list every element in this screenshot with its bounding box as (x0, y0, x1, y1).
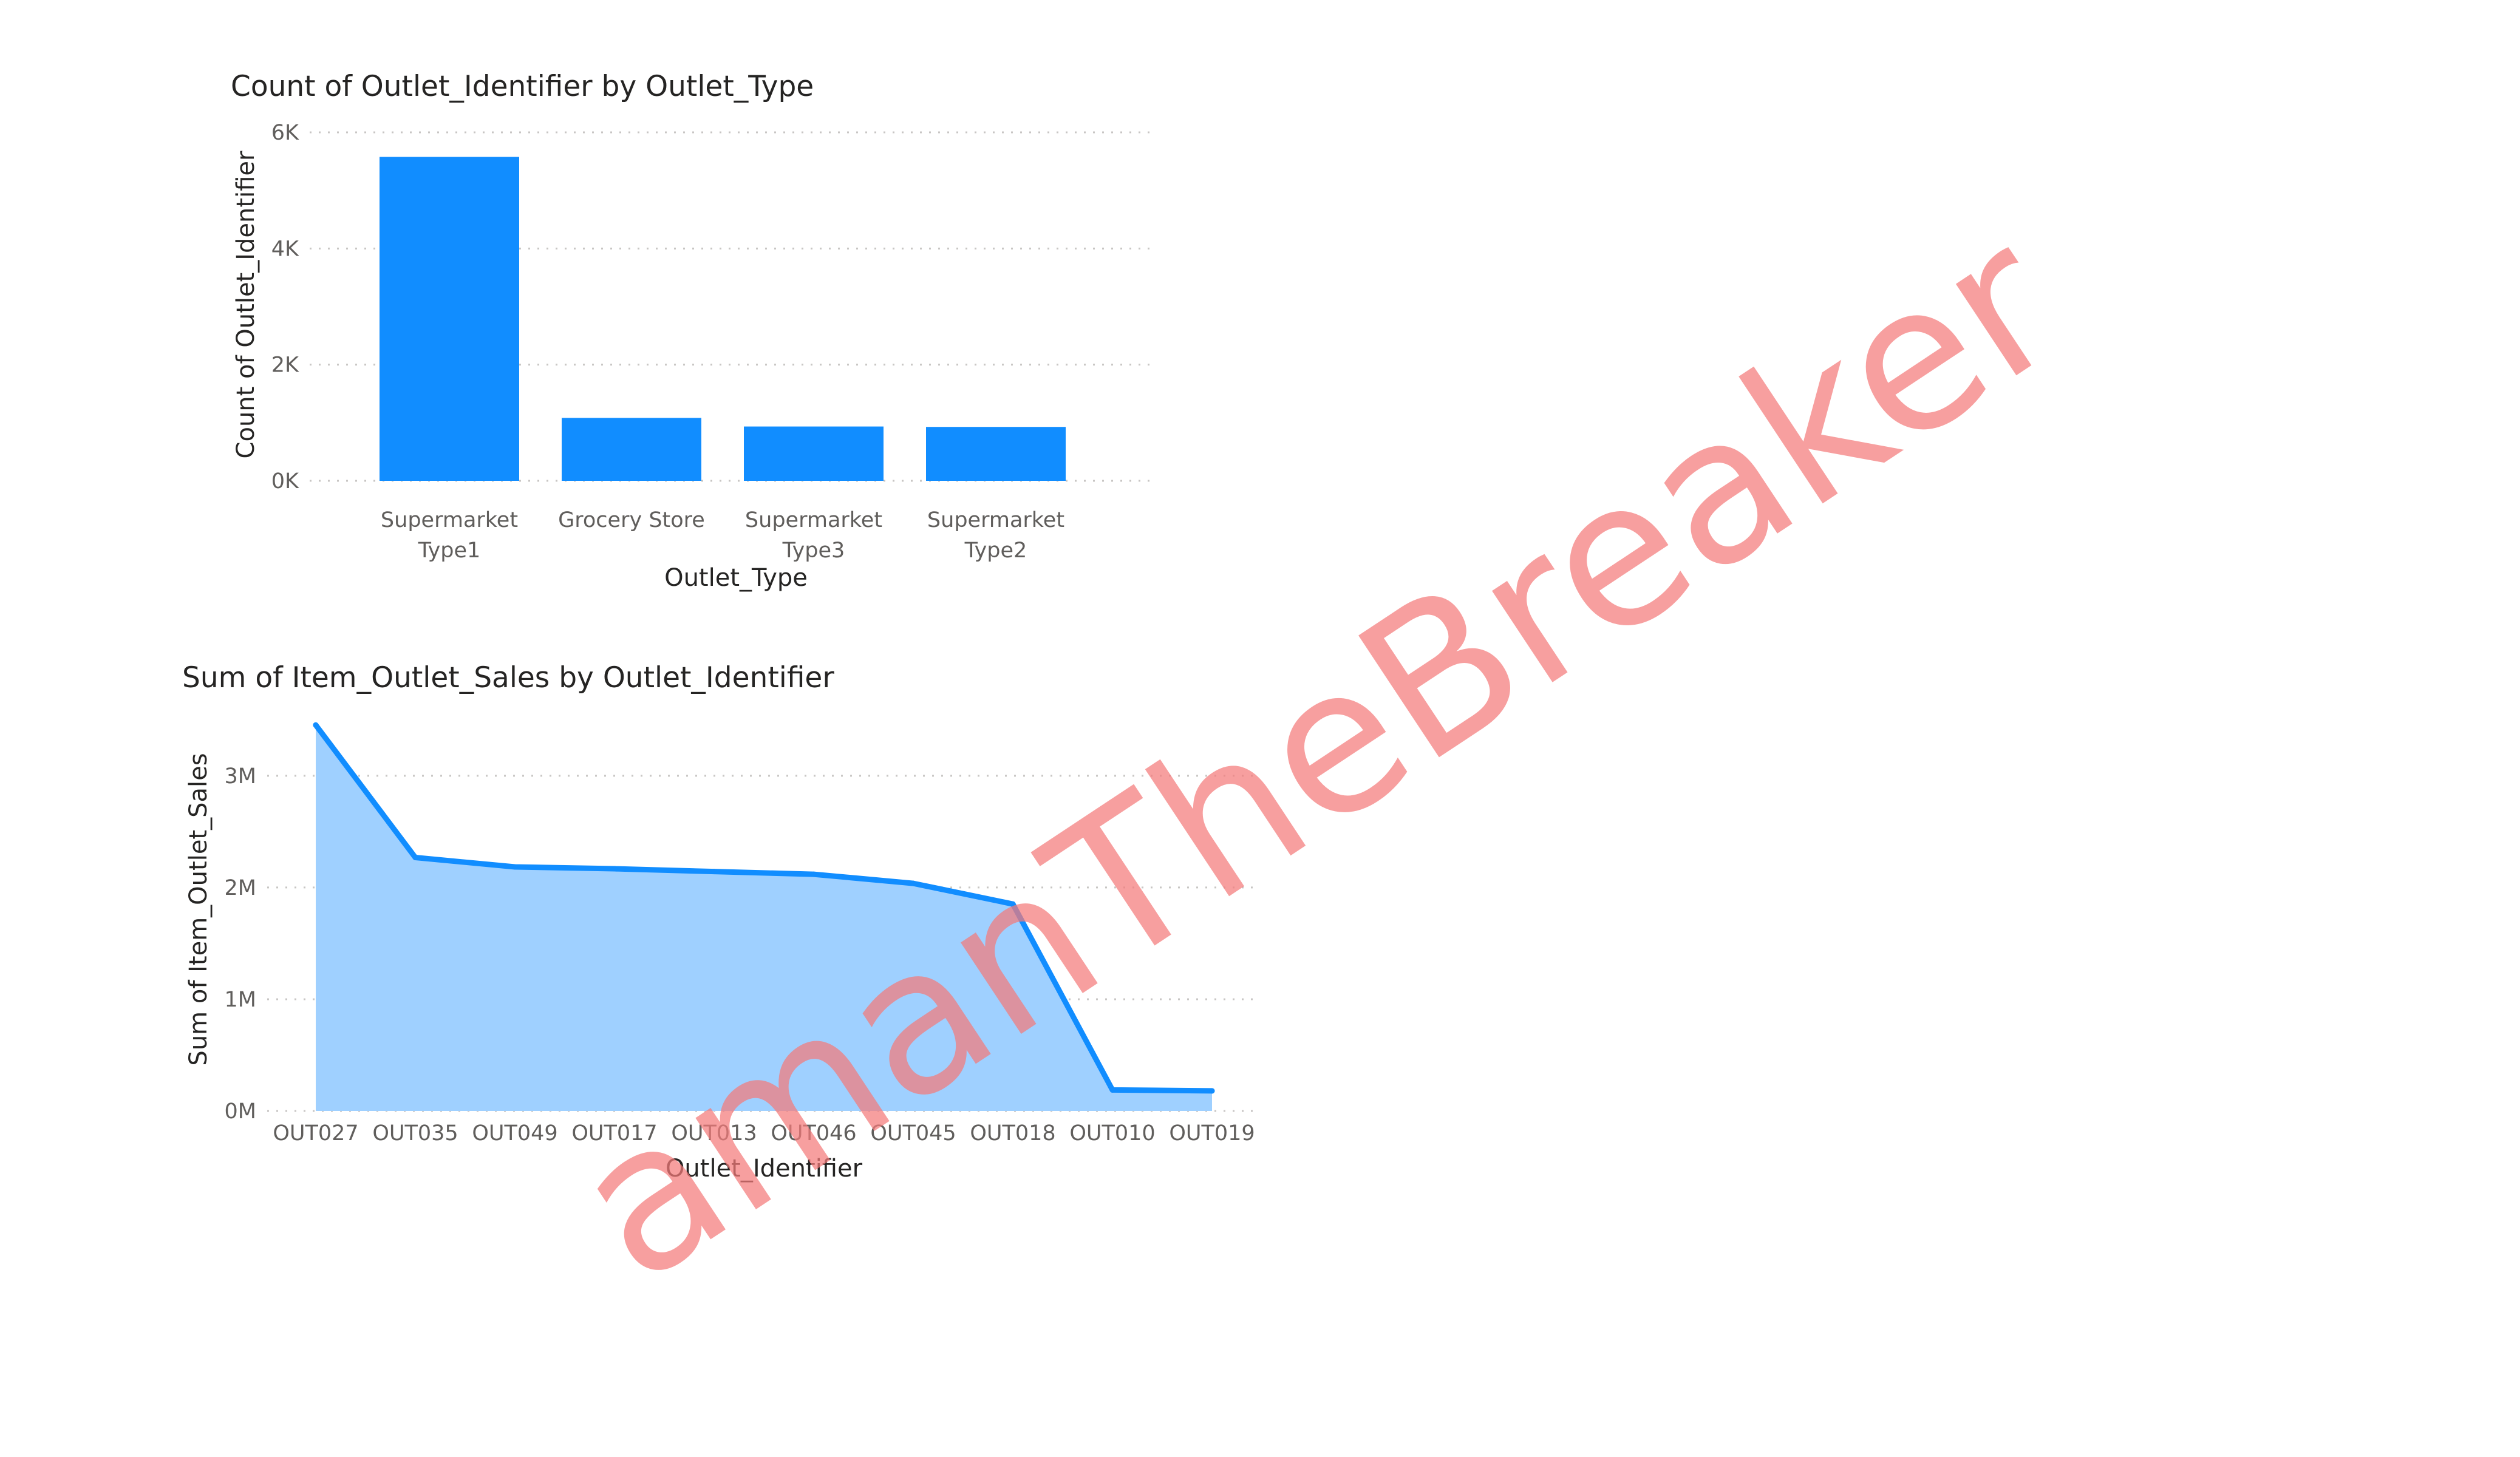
bar-chart-title: Count of Outlet_Identifier by Outlet_Typ… (231, 70, 814, 103)
bar-chart-y-tick-label: 6K (271, 121, 299, 145)
bar-chart-x-axis-title: Outlet_Type (664, 564, 808, 592)
area-chart-point[interactable] (412, 855, 418, 861)
area-chart-point[interactable] (313, 722, 319, 728)
area-chart-point[interactable] (811, 871, 817, 877)
bar-chart-x-tick-label: Type1 (418, 538, 481, 563)
area-chart-x-tick-label: OUT010 (1069, 1121, 1155, 1146)
area-chart-y-ticks: 0M 1M 2M 3M (225, 764, 256, 1124)
area-chart-point[interactable] (1109, 1087, 1115, 1093)
bar-chart-bars[interactable] (380, 157, 1066, 481)
bar-chart-y-tick-label: 2K (271, 353, 299, 378)
area-chart-y-tick-label: 2M (225, 876, 256, 900)
area-chart-x-tick-label: OUT035 (372, 1121, 458, 1146)
bar[interactable] (380, 157, 519, 481)
bar-chart-x-ticks: Supermarket Type1 Grocery Store Supermarket… (381, 508, 1064, 563)
bar-chart-y-tick-label: 0K (271, 469, 299, 494)
area-chart-point[interactable] (611, 866, 618, 872)
area-chart-point[interactable] (512, 864, 518, 870)
bar-chart-x-tick-label: Grocery Store (558, 508, 705, 532)
bar[interactable] (562, 418, 701, 481)
area-chart-y-tick-label: 0M (225, 1099, 256, 1124)
area-chart-x-tick-label: OUT027 (273, 1121, 358, 1146)
area-chart-point[interactable] (711, 869, 717, 875)
bar-chart-y-axis-title: Count of Outlet_Identifier (232, 151, 260, 458)
area-chart-title: Sum of Item_Outlet_Sales by Outlet_Ident… (182, 661, 834, 695)
bar-chart-x-tick-label: Supermarket (745, 508, 882, 532)
area-chart-x-tick-label: OUT019 (1169, 1121, 1255, 1146)
bar-chart-x-tick-label: Type2 (964, 538, 1027, 563)
bar[interactable] (744, 426, 884, 481)
report-canvas: Count of Outlet_Identifier by Outlet_Typ… (182, 70, 2098, 1326)
bar-chart-x-tick-label: Supermarket (927, 508, 1064, 532)
bar-chart-x-tick-label: Supermarket (381, 508, 518, 532)
area-chart-y-axis-title: Sum of Item_Outlet_Sales (185, 753, 213, 1065)
area-chart-point[interactable] (1209, 1088, 1215, 1094)
bar-chart-y-tick-label: 4K (271, 237, 299, 261)
bar-chart[interactable]: Count of Outlet_Identifier by Outlet_Typ… (231, 70, 1154, 592)
watermark-text: amanTheBreaker (536, 184, 2097, 1326)
area-chart-y-tick-label: 3M (225, 764, 256, 789)
bar-chart-y-ticks: 0K 2K 4K 6K (271, 121, 299, 494)
area-chart-x-tick-label: OUT018 (970, 1121, 1055, 1146)
bar[interactable] (926, 427, 1066, 481)
bar-chart-x-tick-label: Type3 (782, 538, 845, 563)
area-chart-y-tick-label: 1M (225, 988, 256, 1012)
